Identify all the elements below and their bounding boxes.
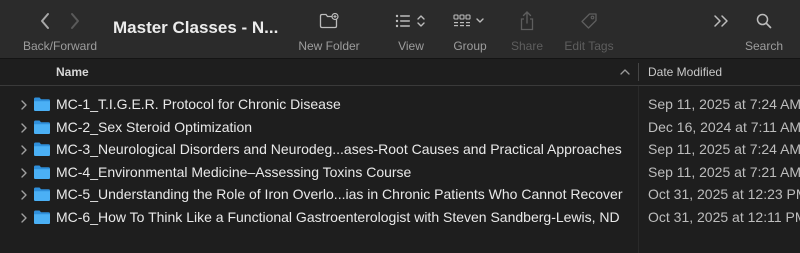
file-list: MC-1_T.I.G.E.R. Protocol for Chronic Dis…	[0, 93, 800, 228]
list-item[interactable]: MC-2_Sex Steroid Optimization Dec 16, 20…	[0, 116, 800, 139]
file-name: MC-1_T.I.G.E.R. Protocol for Chronic Dis…	[56, 96, 341, 112]
back-forward-label: Back/Forward	[22, 39, 98, 53]
list-item[interactable]: MC-1_T.I.G.E.R. Protocol for Chronic Dis…	[0, 93, 800, 116]
list-item[interactable]: MC-5_Understanding the Role of Iron Over…	[0, 183, 800, 206]
file-date-modified: Sep 11, 2025 at 7:21 AM	[648, 163, 800, 180]
search-button[interactable]: Search	[740, 0, 788, 58]
disclosure-chevron-icon[interactable]	[19, 98, 29, 110]
back-forward-group: Back/Forward	[14, 0, 106, 58]
share-label: Share	[510, 39, 544, 53]
share-icon	[506, 11, 548, 31]
file-date-modified: Sep 11, 2025 at 7:24 AM	[648, 141, 800, 157]
list-item[interactable]: MC-3_Neurological Disorders and Neurodeg…	[0, 138, 800, 161]
file-name: MC-3_Neurological Disorders and Neurodeg…	[56, 141, 622, 157]
group-button[interactable]: Group	[446, 0, 494, 58]
column-divider[interactable]	[638, 63, 639, 81]
magnifier-icon	[740, 11, 788, 31]
folder-icon	[33, 119, 51, 135]
window-title: Master Classes - N...	[113, 18, 279, 37]
double-chevron-right-icon	[706, 11, 738, 31]
date-modified-column-header[interactable]: Date Modified	[648, 65, 722, 79]
new-folder-label: New Folder	[298, 39, 360, 53]
disclosure-chevron-icon[interactable]	[19, 121, 29, 133]
file-date-modified: Oct 31, 2025 at 12:11 PM	[648, 208, 800, 225]
disclosure-chevron-icon[interactable]	[19, 188, 29, 200]
folder-icon	[33, 209, 51, 225]
share-button: Share	[506, 0, 548, 58]
file-name: MC-4_Environmental Medicine–Assessing To…	[56, 163, 412, 180]
folder-icon	[33, 96, 51, 112]
edit-tags-label: Edit Tags	[564, 39, 614, 53]
file-name: MC-2_Sex Steroid Optimization	[56, 118, 253, 135]
folder-plus-icon	[292, 11, 366, 31]
new-folder-button[interactable]: New Folder	[292, 0, 366, 58]
toolbar: Back/Forward Master Classes - N... New F…	[0, 0, 800, 59]
list-item[interactable]: MC-4_Environmental Medicine–Assessing To…	[0, 161, 800, 184]
tag-icon	[558, 11, 620, 31]
disclosure-chevron-icon[interactable]	[19, 211, 29, 223]
list-item[interactable]: MC-6_How To Think Like a Functional Gast…	[0, 206, 800, 229]
view-button[interactable]: View	[386, 0, 436, 58]
file-date-modified: Sep 11, 2025 at 7:24 AM	[648, 96, 800, 112]
name-column-header[interactable]: Name	[56, 65, 89, 79]
column-header: Name Date Modified	[0, 59, 800, 86]
search-label: Search	[744, 39, 784, 53]
sort-ascending-icon[interactable]	[619, 65, 631, 77]
file-date-modified: Oct 31, 2025 at 12:23 PM	[648, 186, 800, 202]
list-view-icon	[386, 11, 436, 31]
disclosure-chevron-icon[interactable]	[19, 143, 29, 155]
folder-icon	[33, 164, 51, 180]
folder-icon	[33, 141, 51, 157]
file-name: MC-6_How To Think Like a Functional Gast…	[56, 208, 620, 225]
view-label: View	[398, 39, 424, 53]
folder-icon	[33, 186, 51, 202]
group-grid-icon	[446, 11, 494, 31]
toolbar-overflow-button[interactable]	[706, 0, 738, 58]
edit-tags-button: Edit Tags	[558, 0, 620, 58]
group-label: Group	[453, 39, 487, 53]
file-name: MC-5_Understanding the Role of Iron Over…	[56, 186, 623, 202]
disclosure-chevron-icon[interactable]	[19, 166, 29, 178]
file-date-modified: Dec 16, 2024 at 7:11 AM	[648, 118, 800, 135]
